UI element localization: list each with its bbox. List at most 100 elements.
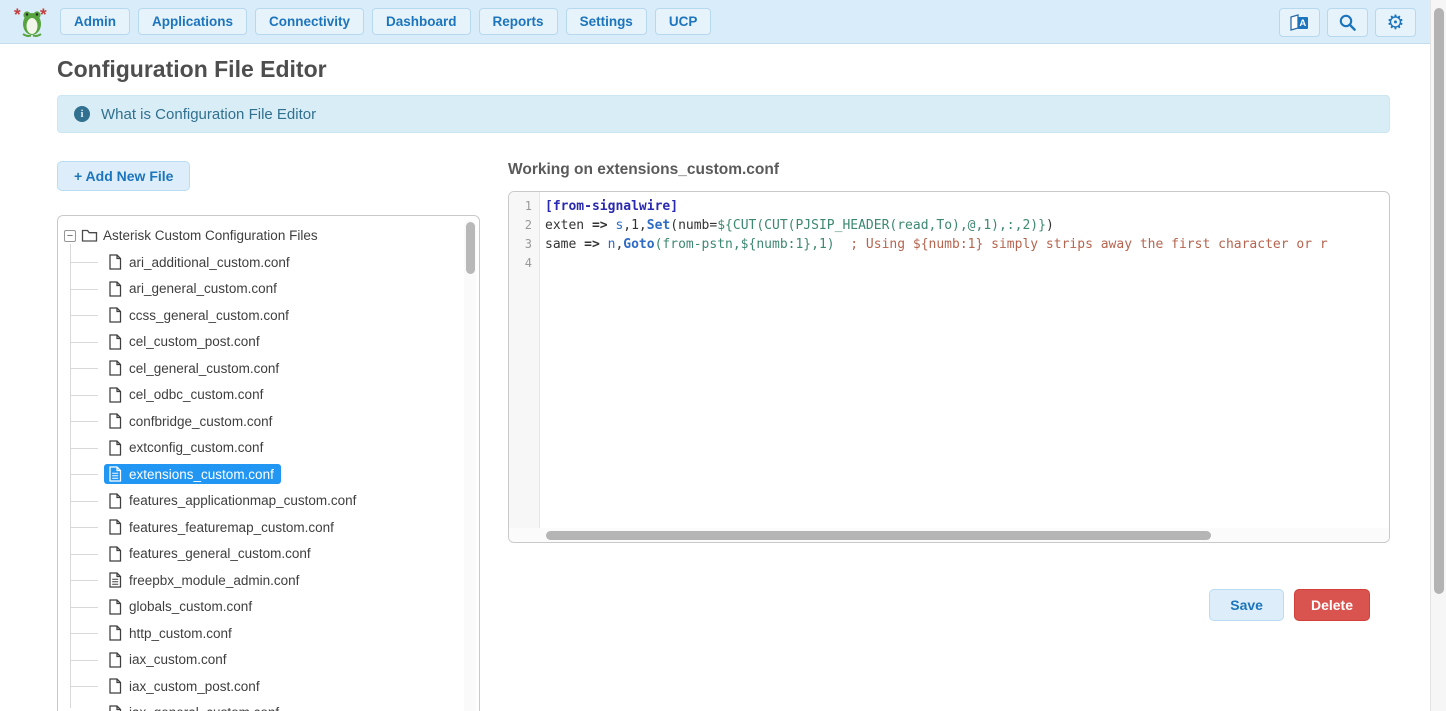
gear-icon: ⚙ (1387, 13, 1405, 33)
file-icon (108, 413, 122, 429)
file-entry[interactable]: iax_general_custom.conf (104, 703, 286, 711)
page-scrollbar[interactable] (1430, 0, 1446, 711)
page-scrollbar-thumb[interactable] (1434, 8, 1444, 594)
file-name: features_featuremap_custom.conf (129, 520, 334, 535)
file-icon (108, 599, 122, 615)
freepbx-logo-icon[interactable]: * * (14, 6, 50, 38)
file-tree-item[interactable]: features_featuremap_custom.conf (62, 514, 479, 541)
file-name: ccss_general_custom.conf (129, 308, 289, 323)
file-tree-root[interactable]: − Asterisk Custom Configuration Files (62, 222, 479, 249)
file-entry[interactable]: cel_odbc_custom.conf (104, 385, 270, 405)
nav-item-ucp[interactable]: UCP (655, 8, 712, 35)
line-number: 1 (509, 197, 532, 216)
file-tree-item[interactable]: freepbx_module_admin.conf (62, 567, 479, 594)
file-tree-item[interactable]: iax_general_custom.conf (62, 700, 479, 711)
file-tree-item[interactable]: iax_custom.conf (62, 647, 479, 674)
file-name: features_applicationmap_custom.conf (129, 493, 356, 508)
file-name: iax_general_custom.conf (129, 705, 279, 711)
info-icon: i (74, 106, 90, 122)
settings-button[interactable]: ⚙ (1375, 8, 1416, 37)
file-tree-item[interactable]: features_general_custom.conf (62, 541, 479, 568)
nav-item-connectivity[interactable]: Connectivity (255, 8, 364, 35)
file-tree-item[interactable]: http_custom.conf (62, 620, 479, 647)
file-icon (108, 334, 122, 350)
editor-horizontal-scrollbar[interactable] (509, 528, 1389, 542)
line-number: 2 (509, 216, 532, 235)
file-entry[interactable]: features_general_custom.conf (104, 544, 318, 564)
file-icon (108, 678, 122, 694)
folder-icon (81, 228, 98, 243)
svg-text:*: * (40, 6, 47, 24)
file-tree-item[interactable]: ccss_general_custom.conf (62, 302, 479, 329)
code-editor[interactable]: 1234 [from-signalwire]exten => s,1,Set(n… (508, 191, 1390, 543)
working-on-heading: Working on extensions_custom.conf (508, 161, 1390, 179)
file-tree-item[interactable]: features_applicationmap_custom.conf (62, 488, 479, 515)
file-tree-item[interactable]: extconfig_custom.conf (62, 435, 479, 462)
editor-actions: Save Delete (508, 589, 1390, 621)
code-line (545, 254, 1389, 273)
file-entry[interactable]: globals_custom.conf (104, 597, 259, 617)
file-icon (108, 281, 122, 297)
tree-scrollbar[interactable] (464, 220, 476, 711)
info-banner-text: What is Configuration File Editor (101, 106, 316, 123)
file-name: confbridge_custom.conf (129, 414, 272, 429)
file-tree-item[interactable]: ari_general_custom.conf (62, 276, 479, 303)
file-entry[interactable]: cel_custom_post.conf (104, 332, 267, 352)
code-line: [from-signalwire] (545, 197, 1389, 216)
file-icon (108, 652, 122, 668)
nav-item-reports[interactable]: Reports (479, 8, 558, 35)
collapse-icon[interactable]: − (64, 230, 76, 242)
file-entry[interactable]: iax_custom_post.conf (104, 676, 267, 696)
file-entry[interactable]: features_applicationmap_custom.conf (104, 491, 363, 511)
save-button[interactable]: Save (1209, 589, 1284, 621)
file-entry[interactable]: http_custom.conf (104, 623, 239, 643)
code-line: exten => s,1,Set(numb=${CUT(CUT(PJSIP_HE… (545, 216, 1389, 235)
page-title: Configuration File Editor (57, 56, 1406, 83)
code-line: same => n,Goto(from-pstn,${numb:1},1) ; … (545, 235, 1389, 254)
line-number: 4 (509, 254, 532, 273)
file-tree-children: ari_additional_custom.conf ari_general_cu… (62, 249, 479, 711)
file-entry[interactable]: ccss_general_custom.conf (104, 305, 296, 325)
file-name: http_custom.conf (129, 626, 232, 641)
file-tree-item[interactable]: globals_custom.conf (62, 594, 479, 621)
file-tree-item[interactable]: cel_odbc_custom.conf (62, 382, 479, 409)
file-name: extensions_custom.conf (129, 467, 274, 482)
info-banner[interactable]: i What is Configuration File Editor (57, 95, 1390, 133)
nav-right-buttons: A ⚙ (1279, 8, 1416, 37)
selected-file[interactable]: extensions_custom.conf (104, 464, 281, 484)
file-tree-item[interactable]: iax_custom_post.conf (62, 673, 479, 700)
file-entry[interactable]: ari_additional_custom.conf (104, 252, 297, 272)
file-tree-panel: − Asterisk Custom Configuration Files ar… (57, 215, 480, 711)
delete-button[interactable]: Delete (1294, 589, 1370, 621)
file-icon (108, 546, 122, 562)
nav-menu: Admin Applications Connectivity Dashboard Re… (60, 8, 711, 35)
file-entry[interactable]: ari_general_custom.conf (104, 279, 284, 299)
file-entry[interactable]: confbridge_custom.conf (104, 411, 279, 431)
file-entry[interactable]: features_featuremap_custom.conf (104, 517, 341, 537)
file-icon (108, 519, 122, 535)
file-entry[interactable]: extconfig_custom.conf (104, 438, 270, 458)
editor-hscrollbar-thumb[interactable] (546, 531, 1211, 540)
top-navbar: * * Admin Applications Connectivity Dashboa… (0, 0, 1446, 44)
file-entry[interactable]: iax_custom.conf (104, 650, 234, 670)
file-entry[interactable]: cel_general_custom.conf (104, 358, 286, 378)
file-name: iax_custom_post.conf (129, 679, 260, 694)
code-area[interactable]: [from-signalwire]exten => s,1,Set(numb=$… (540, 192, 1389, 529)
file-icon (108, 360, 122, 376)
search-button[interactable] (1327, 8, 1368, 37)
nav-item-settings[interactable]: Settings (566, 8, 647, 35)
nav-item-dashboard[interactable]: Dashboard (372, 8, 471, 35)
file-entry[interactable]: freepbx_module_admin.conf (104, 570, 306, 590)
nav-item-admin[interactable]: Admin (60, 8, 130, 35)
language-button[interactable]: A (1279, 8, 1320, 37)
file-tree-item[interactable]: extensions_custom.conf (62, 461, 479, 488)
tree-scrollbar-thumb[interactable] (466, 222, 475, 274)
file-name: globals_custom.conf (129, 599, 252, 614)
add-new-file-button[interactable]: + Add New File (57, 161, 190, 191)
nav-item-applications[interactable]: Applications (138, 8, 247, 35)
file-tree-item[interactable]: cel_general_custom.conf (62, 355, 479, 382)
file-tree-item[interactable]: ari_additional_custom.conf (62, 249, 479, 276)
file-tree-item[interactable]: confbridge_custom.conf (62, 408, 479, 435)
file-tree-item[interactable]: cel_custom_post.conf (62, 329, 479, 356)
file-icon (108, 625, 122, 641)
